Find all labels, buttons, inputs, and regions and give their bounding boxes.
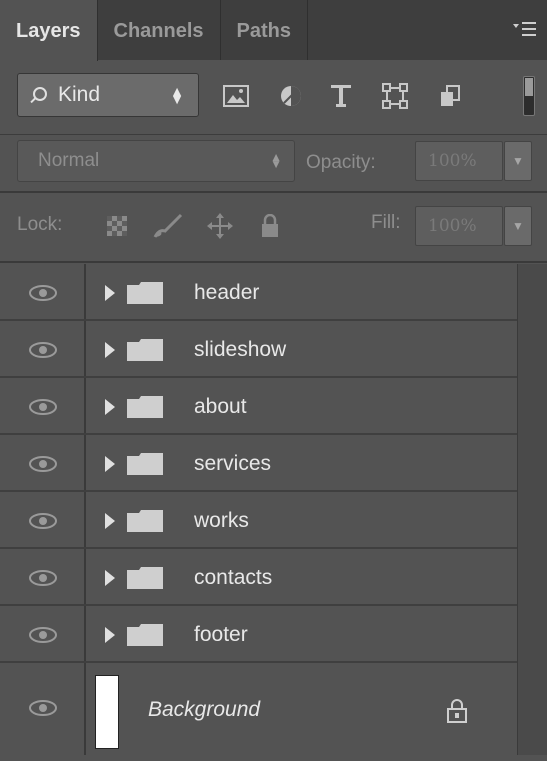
visibility-eye-icon[interactable] bbox=[28, 398, 58, 416]
panel-tabs: Layers Channels Paths bbox=[0, 0, 308, 61]
smart-object-filter-icon[interactable] bbox=[435, 81, 465, 111]
layer-name: slideshow bbox=[194, 338, 287, 361]
lock-icon bbox=[447, 699, 467, 723]
lock-label: Lock: bbox=[17, 214, 63, 235]
blend-mode-label: Normal bbox=[38, 150, 100, 171]
folder-icon bbox=[127, 282, 163, 304]
layer-row[interactable]: about bbox=[0, 378, 517, 435]
visibility-eye-icon[interactable] bbox=[28, 569, 58, 587]
folder-icon bbox=[127, 396, 163, 418]
layer-name: contacts bbox=[194, 566, 273, 589]
layers-list: header slideshow about services works co… bbox=[0, 264, 547, 755]
opacity-field[interactable]: 100% bbox=[415, 141, 503, 181]
lock-transparency-icon[interactable] bbox=[102, 211, 132, 241]
panel-tab-bar: Layers Channels Paths bbox=[0, 0, 547, 61]
visibility-eye-icon[interactable] bbox=[28, 284, 58, 302]
folder-icon bbox=[127, 624, 163, 646]
opacity-dropdown-button[interactable]: ▼ bbox=[504, 141, 532, 181]
lock-position-icon[interactable] bbox=[205, 211, 235, 241]
fill-field[interactable]: 100% bbox=[415, 206, 503, 246]
blend-mode-select[interactable]: Normal ▲ ▼ bbox=[17, 140, 295, 182]
tab-layers[interactable]: Layers bbox=[0, 0, 98, 61]
layer-row[interactable]: works bbox=[0, 492, 517, 549]
expand-arrow-icon[interactable] bbox=[105, 285, 115, 301]
expand-arrow-icon[interactable] bbox=[105, 570, 115, 586]
expand-arrow-icon[interactable] bbox=[105, 627, 115, 643]
lock-all-icon[interactable] bbox=[255, 211, 285, 241]
type-filter-icon[interactable] bbox=[326, 81, 356, 111]
folder-icon bbox=[127, 567, 163, 589]
fill-dropdown-button[interactable]: ▼ bbox=[504, 206, 532, 246]
tab-paths[interactable]: Paths bbox=[221, 0, 308, 60]
opacity-label: Opacity: bbox=[306, 152, 376, 173]
lock-row: Lock: Fill: 100% ▼ bbox=[0, 196, 547, 256]
layer-filter-row: Kind ▲ ▼ bbox=[0, 60, 547, 135]
image-filter-icon[interactable] bbox=[221, 81, 251, 111]
visibility-eye-icon[interactable] bbox=[28, 341, 58, 359]
layer-name: Background bbox=[148, 698, 261, 721]
layer-row[interactable]: slideshow bbox=[0, 321, 517, 378]
visibility-eye-icon[interactable] bbox=[28, 699, 58, 717]
divider bbox=[0, 261, 547, 263]
stepper-arrows-icon: ▲ ▼ bbox=[270, 150, 282, 171]
layers-scrollbar[interactable] bbox=[517, 264, 547, 755]
layers-panel: Layers Channels Paths Kind ▲ ▼ Normal ▲ … bbox=[0, 0, 547, 755]
divider bbox=[0, 191, 547, 193]
folder-icon bbox=[127, 510, 163, 532]
lock-image-pixels-icon[interactable] bbox=[153, 211, 183, 241]
layer-row[interactable]: footer bbox=[0, 606, 517, 663]
layer-name: services bbox=[194, 452, 272, 475]
folder-icon bbox=[127, 339, 163, 361]
layer-name: about bbox=[194, 395, 247, 418]
expand-arrow-icon[interactable] bbox=[105, 456, 115, 472]
panel-menu-icon[interactable] bbox=[511, 18, 539, 40]
expand-arrow-icon[interactable] bbox=[105, 342, 115, 358]
layer-name: works bbox=[194, 509, 249, 532]
layer-row[interactable]: contacts bbox=[0, 549, 517, 606]
fill-label: Fill: bbox=[371, 212, 401, 233]
layer-name: footer bbox=[194, 623, 248, 646]
background-layer-row[interactable]: Background bbox=[0, 663, 517, 761]
blend-mode-row: Normal ▲ ▼ Opacity: 100% ▼ bbox=[0, 135, 547, 187]
stepper-arrows-icon: ▲ ▼ bbox=[170, 83, 184, 107]
layer-row[interactable]: header bbox=[0, 264, 517, 321]
visibility-eye-icon[interactable] bbox=[28, 512, 58, 530]
filter-toggle-switch[interactable] bbox=[523, 76, 535, 116]
layer-name: header bbox=[194, 281, 260, 304]
search-icon bbox=[30, 87, 47, 103]
adjustment-filter-icon[interactable] bbox=[276, 81, 306, 111]
filter-kind-label: Kind bbox=[58, 83, 101, 106]
expand-arrow-icon[interactable] bbox=[105, 399, 115, 415]
expand-arrow-icon[interactable] bbox=[105, 513, 115, 529]
visibility-eye-icon[interactable] bbox=[28, 455, 58, 473]
filter-kind-select[interactable]: Kind ▲ ▼ bbox=[17, 73, 199, 117]
visibility-eye-icon[interactable] bbox=[28, 626, 58, 644]
layer-thumbnail bbox=[95, 675, 119, 749]
folder-icon bbox=[127, 453, 163, 475]
layer-row[interactable]: services bbox=[0, 435, 517, 492]
tab-channels[interactable]: Channels bbox=[98, 0, 221, 60]
shape-filter-icon[interactable] bbox=[380, 81, 410, 111]
